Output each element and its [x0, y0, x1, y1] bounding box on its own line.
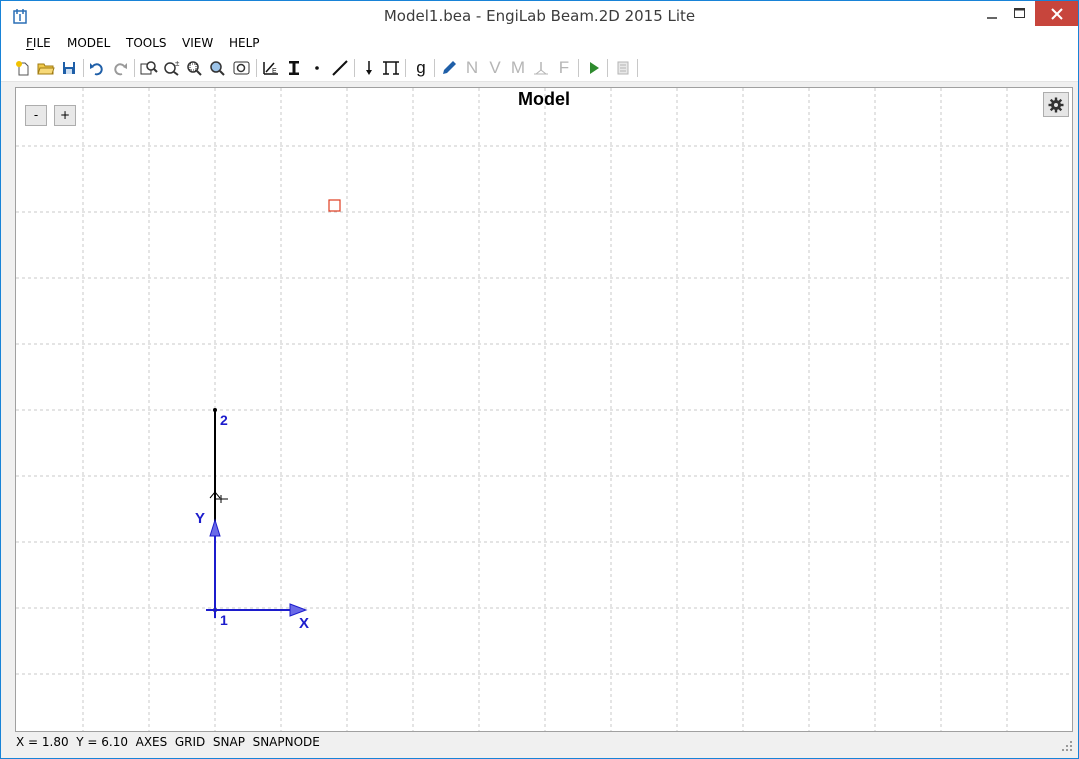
node-label-2: 2 — [220, 412, 228, 428]
zoom-in-out-icon: ± — [164, 60, 180, 76]
menu-help[interactable]: HELP — [229, 36, 260, 50]
toolbar-separator — [256, 59, 257, 77]
reactions-icon — [534, 62, 548, 75]
zoom-fit-button[interactable] — [232, 58, 252, 78]
menu-model[interactable]: MODEL — [67, 36, 110, 50]
zoom-window-icon — [187, 61, 202, 76]
new-icon — [16, 61, 29, 76]
node-2[interactable] — [213, 408, 217, 412]
minimize-button[interactable] — [977, 1, 1007, 26]
grid — [16, 88, 1072, 731]
status-bar: X = 1.80 Y = 6.10 AXES GRID SNAP SNAPNOD… — [1, 732, 1078, 758]
n-diagram-button[interactable]: N — [462, 58, 482, 78]
support-button[interactable] — [381, 58, 401, 78]
m-diagram-icon: M — [510, 58, 526, 77]
canvas-title: Model — [518, 89, 570, 109]
menu-view[interactable]: VIEW — [182, 36, 213, 50]
redo-button[interactable] — [110, 58, 130, 78]
title-bar: Model1.bea - EngiLab Beam.2D 2015 Lite — [1, 1, 1078, 32]
zoom-in-out-button[interactable]: ± — [162, 58, 182, 78]
menu-file[interactable]: FILE — [26, 36, 51, 50]
close-icon — [1050, 7, 1063, 20]
f-button[interactable]: F — [554, 58, 574, 78]
zoom-icon — [210, 61, 225, 76]
edit-button[interactable] — [439, 58, 459, 78]
m-diagram-button[interactable]: M — [508, 58, 528, 78]
g-icon: g — [416, 58, 426, 77]
v-diagram-icon: V — [489, 58, 501, 77]
section-button[interactable] — [284, 58, 304, 78]
menu-bar: FILE MODEL TOOLS VIEW HELP — [1, 32, 1078, 54]
element-icon — [332, 60, 348, 76]
run-button[interactable] — [584, 58, 604, 78]
zoom-button[interactable] — [208, 58, 228, 78]
svg-text:E: E — [272, 68, 277, 75]
support-icon — [383, 61, 399, 75]
svg-text:±: ± — [175, 60, 180, 68]
close-button[interactable] — [1035, 1, 1078, 26]
menu-tools[interactable]: TOOLS — [126, 36, 167, 50]
n-diagram-icon: N — [465, 58, 479, 77]
toolbar-separator — [578, 59, 579, 77]
model-canvas[interactable]: 2 1 X Y Model - + — [15, 87, 1073, 732]
toolbar-separator — [134, 59, 135, 77]
toolbar-separator — [607, 59, 608, 77]
zoom-out-button[interactable]: - — [25, 105, 47, 126]
load-icon — [366, 61, 372, 75]
minimize-icon — [987, 16, 997, 19]
toolbar: ± E g N V M F — [1, 54, 1078, 82]
g-button[interactable]: g — [411, 58, 431, 78]
toolbar-separator — [354, 59, 355, 77]
node-icon — [315, 66, 319, 70]
report-button[interactable] — [613, 58, 633, 78]
element-button[interactable] — [330, 58, 350, 78]
v-diagram-button[interactable]: V — [485, 58, 505, 78]
save-icon — [63, 62, 75, 74]
node-button[interactable] — [307, 58, 327, 78]
status-text: X = 1.80 Y = 6.10 AXES GRID SNAP SNAPNOD… — [16, 735, 320, 749]
open-icon — [37, 63, 55, 75]
undo-icon — [90, 63, 103, 76]
zoom-window-button[interactable] — [185, 58, 205, 78]
menu-file-underline — [26, 49, 34, 50]
section-icon — [289, 61, 299, 75]
toolbar-separator — [83, 59, 84, 77]
redo-icon — [114, 63, 127, 76]
app-window: Model1.bea - EngiLab Beam.2D 2015 Lite F… — [0, 0, 1079, 759]
mouse-cursor — [209, 491, 228, 503]
report-icon — [617, 61, 629, 75]
window-title: Model1.bea - EngiLab Beam.2D 2015 Lite — [383, 7, 696, 25]
material-button[interactable]: E — [261, 58, 281, 78]
gear-icon — [1048, 97, 1064, 112]
new-button[interactable] — [13, 58, 33, 78]
settings-button[interactable] — [1043, 92, 1069, 117]
edit-icon — [443, 61, 456, 74]
save-button[interactable] — [59, 58, 79, 78]
toolbar-separator — [637, 59, 638, 77]
model-drawing — [16, 88, 1072, 731]
material-icon: E — [263, 62, 278, 75]
toolbar-separator — [434, 59, 435, 77]
undo-button[interactable] — [87, 58, 107, 78]
node-label-1: 1 — [220, 612, 228, 628]
selection-marker[interactable] — [328, 199, 341, 212]
load-button[interactable] — [359, 58, 379, 78]
y-axis-arrow — [209, 518, 221, 537]
maximize-icon — [1013, 8, 1025, 18]
x-axis-label: X — [299, 615, 310, 632]
y-axis-label: Y — [195, 510, 206, 527]
zoom-in-button[interactable]: + — [54, 105, 76, 126]
zoom-extents-icon — [140, 61, 158, 75]
resize-grip-icon[interactable] — [1061, 740, 1073, 752]
run-icon — [590, 62, 599, 74]
reactions-button[interactable] — [531, 58, 551, 78]
toolbar-separator — [405, 59, 406, 77]
f-icon: F — [558, 58, 570, 77]
maximize-button[interactable] — [1006, 1, 1032, 26]
zoom-extents-button[interactable] — [139, 58, 159, 78]
open-button[interactable] — [36, 58, 56, 78]
zoom-fit-icon — [233, 61, 250, 75]
